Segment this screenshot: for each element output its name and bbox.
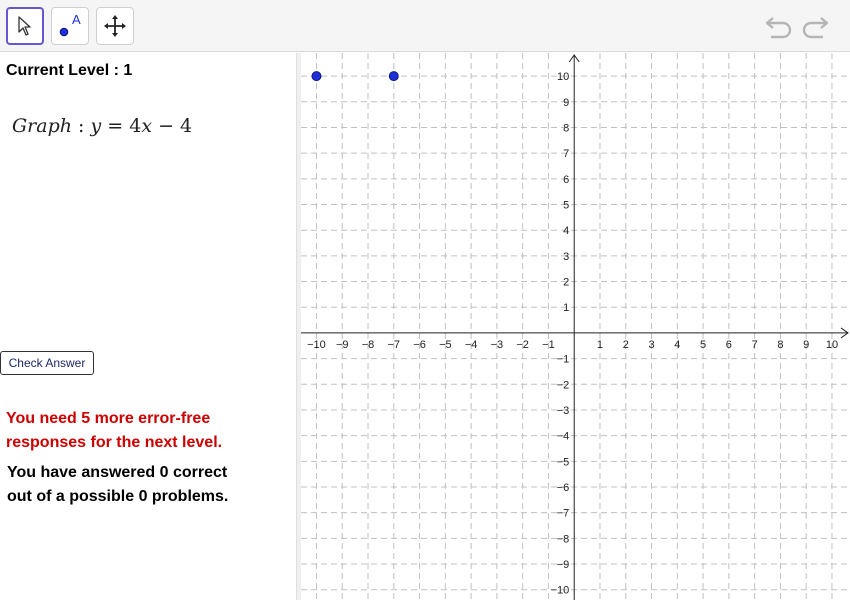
- equation-y: y: [90, 115, 102, 137]
- equation-separator: :: [72, 115, 91, 137]
- move-graphics-tool-button[interactable]: [96, 7, 134, 45]
- point-tool-button[interactable]: A: [51, 7, 89, 45]
- move-tool-button[interactable]: [6, 7, 44, 45]
- undo-button[interactable]: [764, 12, 794, 45]
- x-tick-label: 7: [752, 339, 758, 351]
- y-tick-label: −2: [557, 379, 570, 391]
- draggable-point[interactable]: [388, 71, 399, 82]
- move-graphics-icon: [104, 15, 126, 37]
- equation-text: Graph : y = 4x − 4: [12, 115, 192, 137]
- draggable-point[interactable]: [311, 71, 322, 82]
- x-tick-label: 2: [623, 339, 629, 351]
- check-answer-button[interactable]: Check Answer: [0, 351, 94, 375]
- x-tick-label: 6: [726, 339, 732, 351]
- redo-icon: [802, 17, 829, 39]
- equation-const: 4: [180, 115, 193, 137]
- algebra-panel: Current Level : 1 Graph : y = 4x − 4 Che…: [0, 53, 296, 600]
- equation-equals: =: [101, 115, 130, 137]
- y-tick-label: −6: [557, 482, 570, 494]
- x-tick-label: 4: [674, 339, 680, 351]
- level-progress-line1: You need 5 more error-free: [6, 410, 211, 427]
- x-tick-label: −6: [413, 339, 426, 351]
- graphics-view[interactable]: −10 −9 −8 −7 −6 −5 −4 −3 −2 −1 1 2 3 4 5 6 7 8 9 10 10 9 8 7 6 5 4…: [301, 53, 850, 600]
- equation-prefix: Graph: [12, 115, 72, 137]
- y-tick-label: 3: [563, 251, 569, 263]
- x-tick-label: 3: [648, 339, 654, 351]
- undo-icon: [765, 17, 792, 39]
- point-tool-label: A: [72, 12, 81, 27]
- y-tick-label: 8: [563, 122, 569, 134]
- y-tick-label: −10: [551, 585, 570, 597]
- y-tick-label: 4: [563, 225, 569, 237]
- level-progress-line2: responses for the next level.: [6, 434, 223, 451]
- x-tick-label: −8: [362, 339, 375, 351]
- y-tick-label: −7: [557, 508, 570, 520]
- y-tick-label: −5: [557, 456, 570, 468]
- current-level-label: Current Level : 1: [6, 62, 133, 79]
- y-tick-label: 6: [563, 174, 569, 186]
- redo-button[interactable]: [800, 12, 830, 45]
- x-tick-label: −7: [388, 339, 401, 351]
- toolbar: A: [0, 0, 850, 52]
- x-tick-label: −3: [491, 339, 504, 351]
- arrow-cursor-icon: [18, 16, 31, 36]
- x-tick-label: −9: [336, 339, 349, 351]
- y-tick-label: 9: [563, 97, 569, 109]
- score-status-line1: You have answered 0 correct: [7, 464, 228, 481]
- equation-minus: −: [152, 115, 181, 137]
- x-tick-label: −1: [542, 339, 555, 351]
- x-tick-label: 9: [803, 339, 809, 351]
- x-tick-label: 1: [597, 339, 603, 351]
- y-tick-label: 7: [563, 148, 569, 160]
- score-status-line2: out of a possible 0 problems.: [7, 488, 229, 505]
- x-tick-label: 10: [826, 339, 838, 351]
- x-tick-label: 8: [777, 339, 783, 351]
- y-tick-label: −9: [557, 559, 570, 571]
- y-tick-label: −1: [557, 354, 570, 366]
- y-tick-label: 1: [563, 302, 569, 314]
- y-tick-label: −8: [557, 533, 570, 545]
- score-status-message: You have answered 0 correct out of a pos…: [7, 461, 277, 509]
- y-tick-label: 5: [563, 200, 569, 212]
- y-tick-label: 10: [557, 71, 569, 83]
- y-tick-label: −3: [557, 405, 570, 417]
- x-tick-label: −4: [465, 339, 478, 351]
- equation-x: x: [141, 115, 153, 137]
- point-a-icon: A: [59, 12, 81, 37]
- x-tick-label: 5: [700, 339, 706, 351]
- x-tick-label: −2: [516, 339, 529, 351]
- y-tick-label: 2: [563, 277, 569, 289]
- y-tick-label: −4: [557, 431, 570, 443]
- x-tick-label: −10: [307, 339, 326, 351]
- coordinate-plane[interactable]: −10 −9 −8 −7 −6 −5 −4 −3 −2 −1 1 2 3 4 5 6 7 8 9 10 10 9 8 7 6 5 4…: [301, 53, 850, 600]
- x-tick-label: −5: [439, 339, 452, 351]
- level-progress-message: You need 5 more error-free responses for…: [6, 407, 276, 455]
- equation-coef: 4: [129, 115, 142, 137]
